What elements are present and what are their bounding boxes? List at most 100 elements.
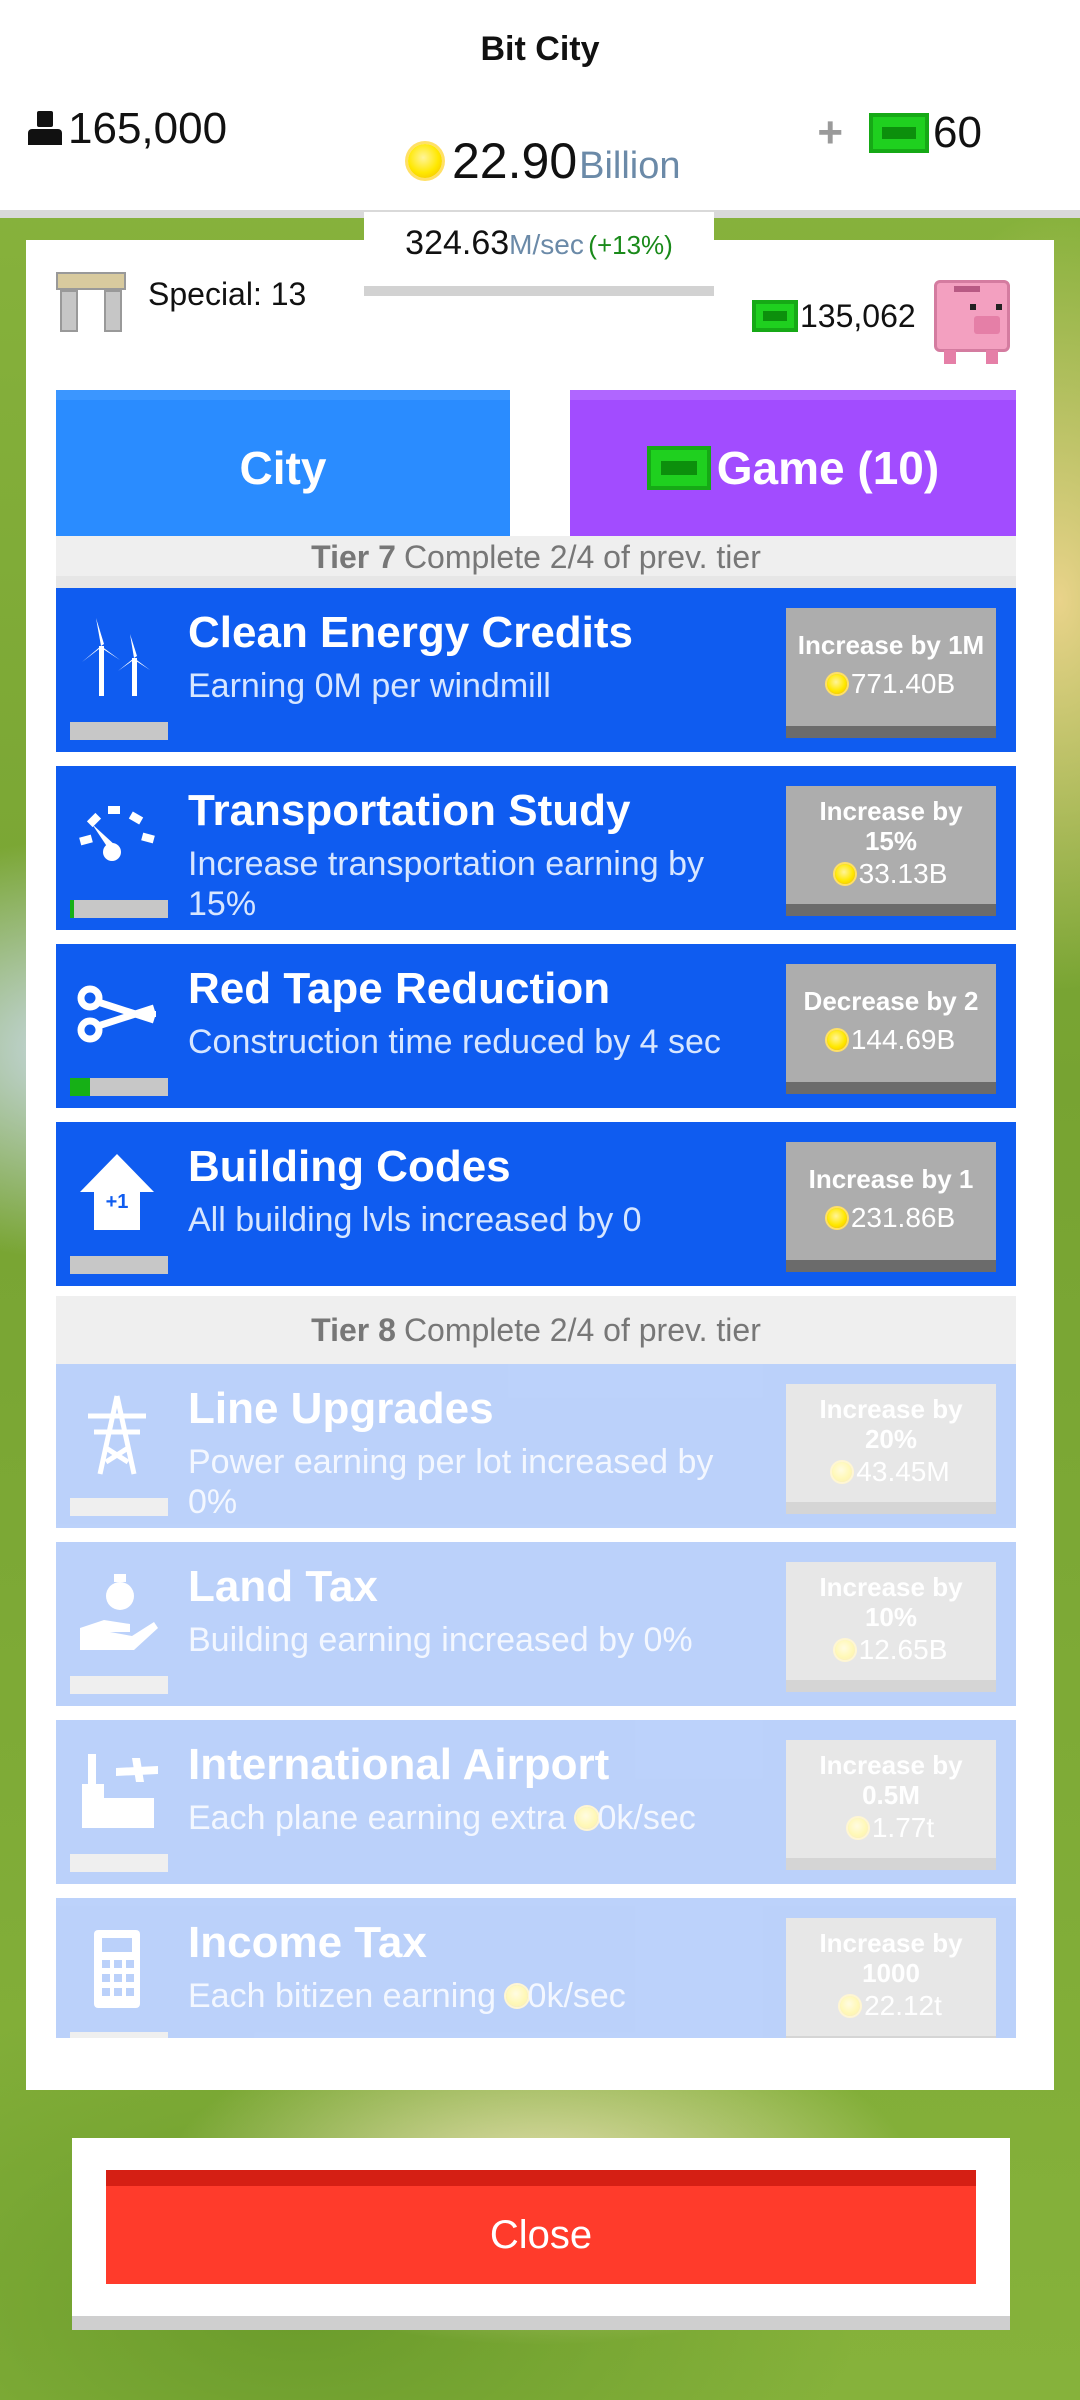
upgrade-action: Decrease by 2 [803,986,979,1016]
upgrade-description: Building earning increased by 0% [188,1621,693,1659]
upgrade-title: Clean Energy Credits [188,608,634,657]
upgrade-card-line-upgrades: Line Upgrades Power earning per lot incr… [56,1364,1016,1528]
windmill-icon [82,618,150,696]
desc-text: Each plane earning extra [188,1799,567,1837]
upgrade-card-clean-energy-credits: Clean Energy Credits Earning 0M per wind… [56,588,1016,752]
desc-value: 0k/sec [597,1799,696,1837]
upgrade-card-land-tax: Land Tax Building earning increased by 0… [56,1542,1016,1706]
scissors-icon [77,985,156,1043]
coin-icon [575,1807,598,1829]
upgrade-card-red-tape-reduction: Red Tape Reduction Construction time red… [56,944,1016,1108]
arch-icon [56,266,126,332]
upgrade-progress-bar [70,1078,168,1096]
upgrade-title: Transportation Study [188,786,631,835]
upgrade-progress-bar [70,900,168,918]
coin-icon [408,144,442,178]
tier-name: Tier 7 [311,539,396,575]
desc-text: Each bitizen earning [188,1977,497,2015]
coin-icon [834,864,855,884]
tab-game-label: Game (10) [716,442,940,494]
upgrade-price: 1.77t [871,1812,935,1843]
buy-cash-button[interactable]: + [817,108,843,158]
special-buildings[interactable]: Special: 13 [56,266,306,332]
savings-value: 135,062 [800,297,916,334]
upgrade-description: Each plane earning extra 0k/sec [188,1798,748,1838]
upgrade-card-transportation-study: Transportation Study Increase transporta… [56,766,1016,930]
coin-icon [505,1985,528,2007]
upgrade-description: Construction time reduced by 4 sec [188,1023,721,1061]
coins-value: 22.90 [452,133,578,189]
upgrade-card-building-codes: +1 Building Codes All building lvls incr… [56,1122,1016,1286]
tier-requirement: Complete 2/4 of prev. tier [403,1311,761,1348]
upgrade-action: Increase by 0.5M [819,1750,963,1810]
population-counter: 165,000 [28,104,227,154]
upgrade-description: Increase transportation earning by 15% [188,845,704,923]
piggy-bank-icon[interactable] [930,266,1014,366]
upgrade-action: Increase by 1000 [819,1928,963,1988]
upgrade-price: 771.40B [850,668,956,699]
upgrade-progress-bar [70,2032,168,2038]
tab-game[interactable]: Game (10) [570,390,1016,536]
coin-icon [840,1996,861,2016]
upgrade-card-international-airport: International Airport Each plane earning… [56,1720,1016,1884]
upgrade-action: Increase by 15% [819,796,963,856]
upgrade-price: 43.45M [856,1456,950,1487]
upgrade-buy-button[interactable]: Increase by 1M 771.40B [786,608,996,738]
cash-icon [752,300,798,332]
cash-icon [869,113,930,153]
svg-text:+1: +1 [106,1191,129,1213]
rate-value: 324.63 [405,224,510,262]
cash-value: 60 [933,108,982,157]
upgrade-price: 33.13B [858,858,948,889]
upgrade-description: Power earning per lot increased by 0% [188,1443,714,1521]
upgrade-action: Increase by 1 [808,1164,974,1194]
tab-city[interactable]: City [56,390,510,536]
upgrade-buy-button: Increase by 10% 12.65B [786,1562,996,1692]
tier-requirement: Complete 2/4 of prev. tier [403,539,761,575]
coin-icon [826,1030,847,1050]
calculator-icon [94,1930,140,2008]
upgrade-progress-bar [70,1256,168,1274]
upgrade-description: Each bitizen earning 0k/sec [188,1976,748,2016]
upgrade-title: International Airport [188,1740,610,1789]
tier-name: Tier 8 [311,1311,396,1348]
person-icon [28,111,62,147]
tier-header: Tier 8 Complete 2/4 of prev. tier [56,1296,1016,1364]
income-rate: 324.63M/sec (+13%) [364,212,714,296]
coins-counter: 22.90 Billion [408,132,681,190]
upgrade-price: 22.12t [864,1990,942,2021]
progress-fill [70,900,74,918]
money-hand-icon [80,1574,158,1650]
upgrade-action: Increase by 1M [797,630,985,660]
upgrade-description: Earning 0M per windmill [188,667,551,705]
upgrade-action: Increase by 10% [819,1572,963,1632]
coin-icon [826,674,847,694]
population-value: 165,000 [68,104,228,153]
close-button[interactable]: Close [106,2170,976,2284]
upgrade-price: 231.86B [850,1202,956,1233]
upgrade-title: Red Tape Reduction [188,964,611,1013]
close-bar: Close [72,2138,1010,2330]
upgrade-title: Line Upgrades [188,1384,494,1433]
coin-icon [847,1818,868,1838]
upgrade-action: Increase by 20% [819,1394,963,1454]
upgrade-progress-bar [70,1498,168,1516]
upgrade-buy-button[interactable]: Increase by 15% 33.13B [786,786,996,916]
upgrade-buy-button[interactable]: Increase by 1 231.86B [786,1142,996,1272]
upgrade-progress-bar [70,1854,168,1872]
house-up-icon: +1 [80,1154,154,1230]
upgrade-title: Income Tax [188,1918,427,1967]
rate-bonus: (+13%) [588,230,673,260]
savings-bank[interactable]: 135,062 [752,266,1014,366]
upgrade-buy-button[interactable]: Decrease by 2 144.69B [786,964,996,1094]
airport-icon [82,1754,158,1828]
speedometer-icon [79,806,155,861]
upgrade-title: Land Tax [188,1562,378,1611]
upgrade-list[interactable]: Tier 7 Complete 2/4 of prev. tier Clean … [56,536,1016,2038]
upgrade-price: 12.65B [858,1634,948,1665]
app-title: Bit City [480,30,600,68]
top-status-bar: Bit City 165,000 22.90 Billion + 60 [0,0,1080,218]
upgrade-buy-button: Increase by 20% 43.45M [786,1384,996,1514]
upgrade-buy-button: Increase by 0.5M 1.77t [786,1740,996,1870]
power-tower-icon [88,1395,146,1475]
